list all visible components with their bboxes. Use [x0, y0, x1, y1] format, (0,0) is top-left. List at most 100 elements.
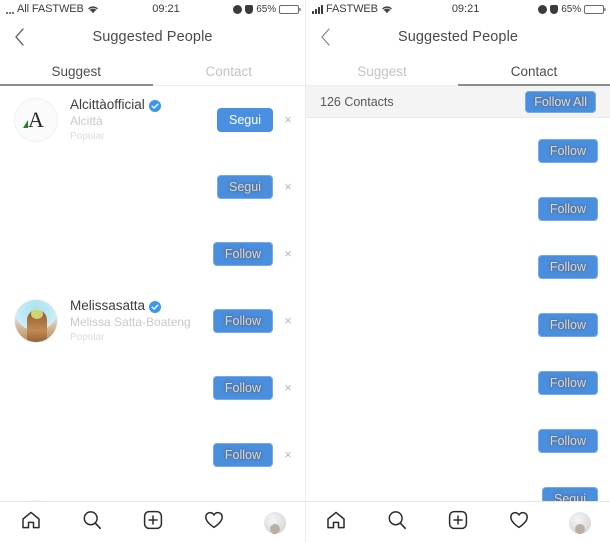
list-item-actions: Follow ×	[212, 308, 297, 333]
tab-search[interactable]	[61, 502, 122, 543]
profile-avatar-icon	[263, 511, 286, 534]
list-item[interactable]: Follow ×	[0, 354, 305, 421]
left-status-bar: All FASTWEB 09:21 65%	[0, 0, 305, 18]
signal-dots-icon	[6, 5, 14, 14]
follow-all-button[interactable]: Follow All	[525, 90, 596, 113]
user-name: Melissasatta	[70, 298, 146, 313]
left-tab-strip: Suggest Contact	[0, 56, 305, 86]
list-item[interactable]: Follow	[537, 371, 598, 395]
right-status-bar: FASTWEB 09:21 65%	[306, 0, 610, 18]
follow-button[interactable]: Follow	[212, 442, 273, 467]
list-item-actions: Segui ×	[217, 107, 297, 132]
right-status-left: FASTWEB	[312, 3, 393, 15]
follow-button[interactable]: Follow	[537, 139, 598, 163]
list-item[interactable]: Segui ×	[0, 153, 305, 220]
user-name: Alcittàofficial	[70, 97, 145, 112]
tab-home[interactable]	[306, 502, 367, 543]
user-tagline: Popular	[70, 332, 105, 343]
left-nav-bar: Suggested People	[0, 18, 305, 56]
tab-contact[interactable]: Contact	[458, 56, 610, 86]
list-item[interactable]: Follow	[537, 139, 598, 163]
list-item[interactable]: Follow	[537, 313, 598, 337]
tab-contact-label: Contact	[510, 63, 558, 79]
contacts-list[interactable]: Follow Follow Follow Follow Follow Follo…	[306, 118, 610, 504]
right-nav-bar: Suggested People	[306, 18, 610, 56]
verified-badge-icon	[148, 99, 161, 112]
shield-lock-icon	[245, 4, 254, 14]
location-icon	[538, 4, 548, 14]
dismiss-icon[interactable]: ×	[281, 180, 295, 193]
tab-activity[interactable]	[183, 502, 244, 543]
follow-button[interactable]: Follow	[212, 308, 273, 333]
tab-search[interactable]	[367, 502, 428, 543]
list-item[interactable]: Follow	[537, 429, 598, 453]
list-item[interactable]: Follow ×	[0, 220, 305, 287]
list-item-actions: Follow ×	[212, 241, 297, 266]
right-status-right: 65%	[538, 4, 606, 15]
status-time: 09:21	[152, 3, 180, 15]
list-item-actions: Follow ×	[212, 442, 297, 467]
tab-add-post[interactable]	[428, 502, 489, 543]
tab-suggest[interactable]: Suggest	[0, 56, 153, 86]
follow-button[interactable]: Segui	[217, 174, 273, 199]
brand-logo-avatar: A	[14, 97, 58, 142]
home-icon	[325, 509, 347, 536]
tab-suggest[interactable]: Suggest	[306, 56, 458, 86]
user-subtitle: Melissa Satta-Boateng	[70, 315, 191, 329]
user-avatar	[14, 298, 58, 343]
follow-button[interactable]: Follow	[537, 371, 598, 395]
tab-home[interactable]	[0, 502, 61, 543]
follow-button[interactable]: Follow	[537, 429, 598, 453]
carrier-label: All FASTWEB	[17, 3, 84, 15]
list-item[interactable]: A Alcittàofficial Alcittà Popular Segui …	[0, 86, 305, 153]
list-item[interactable]: Follow ×	[0, 421, 305, 488]
battery-percent-label: 65%	[256, 3, 276, 15]
tab-contact-label: Contact	[205, 63, 253, 79]
list-item[interactable]: Follow	[537, 255, 598, 279]
user-tagline: Popular	[70, 131, 105, 142]
follow-button[interactable]: Follow	[537, 313, 598, 337]
page-title: Suggested People	[397, 29, 519, 45]
suggested-people-list[interactable]: A Alcittàofficial Alcittà Popular Segui …	[0, 86, 305, 504]
verified-badge-icon	[149, 300, 162, 313]
location-icon	[233, 4, 243, 14]
search-icon	[81, 509, 103, 536]
add-post-icon	[142, 509, 164, 536]
dual-screenshot-container: All FASTWEB 09:21 65% Suggested People S…	[0, 0, 610, 543]
status-time: 09:21	[451, 3, 480, 15]
dismiss-icon[interactable]: ×	[281, 448, 295, 461]
home-icon	[20, 509, 42, 536]
heart-activity-icon	[508, 509, 530, 536]
search-icon	[386, 509, 408, 536]
list-item-actions: Segui ×	[217, 174, 297, 199]
list-item[interactable]: Follow	[537, 197, 598, 221]
tab-add-post[interactable]	[122, 502, 183, 543]
add-post-icon	[447, 509, 469, 536]
follow-button[interactable]: Follow	[212, 375, 273, 400]
follow-button[interactable]: Follow	[212, 241, 273, 266]
battery-icon	[279, 4, 301, 14]
dismiss-icon[interactable]: ×	[281, 247, 295, 260]
tab-active-indicator	[458, 84, 610, 86]
wifi-icon	[87, 4, 99, 14]
tab-profile[interactable]	[549, 502, 610, 543]
tab-contact[interactable]: Contact	[153, 56, 306, 86]
dismiss-icon[interactable]: ×	[281, 381, 295, 394]
tab-activity[interactable]	[488, 502, 549, 543]
left-status-left: All FASTWEB	[6, 3, 99, 15]
tab-profile[interactable]	[244, 502, 305, 543]
left-phone-screen: All FASTWEB 09:21 65% Suggested People S…	[0, 0, 305, 543]
left-bottom-tab-bar	[0, 501, 305, 543]
signal-bars-icon	[312, 4, 323, 14]
left-status-right: 65%	[233, 3, 301, 15]
list-item[interactable]: Melissasatta Melissa Satta-Boateng Popul…	[0, 287, 305, 354]
contacts-count-label: 126 Contacts	[320, 94, 394, 109]
battery-icon	[584, 4, 606, 14]
dismiss-icon[interactable]: ×	[281, 113, 295, 126]
dismiss-icon[interactable]: ×	[281, 314, 295, 327]
follow-button[interactable]: Follow	[537, 255, 598, 279]
follow-button[interactable]: Segui	[217, 107, 273, 132]
carrier-label: FASTWEB	[326, 3, 378, 15]
follow-button[interactable]: Follow	[537, 197, 598, 221]
list-item-meta: Melissasatta Melissa Satta-Boateng Popul…	[58, 298, 213, 343]
